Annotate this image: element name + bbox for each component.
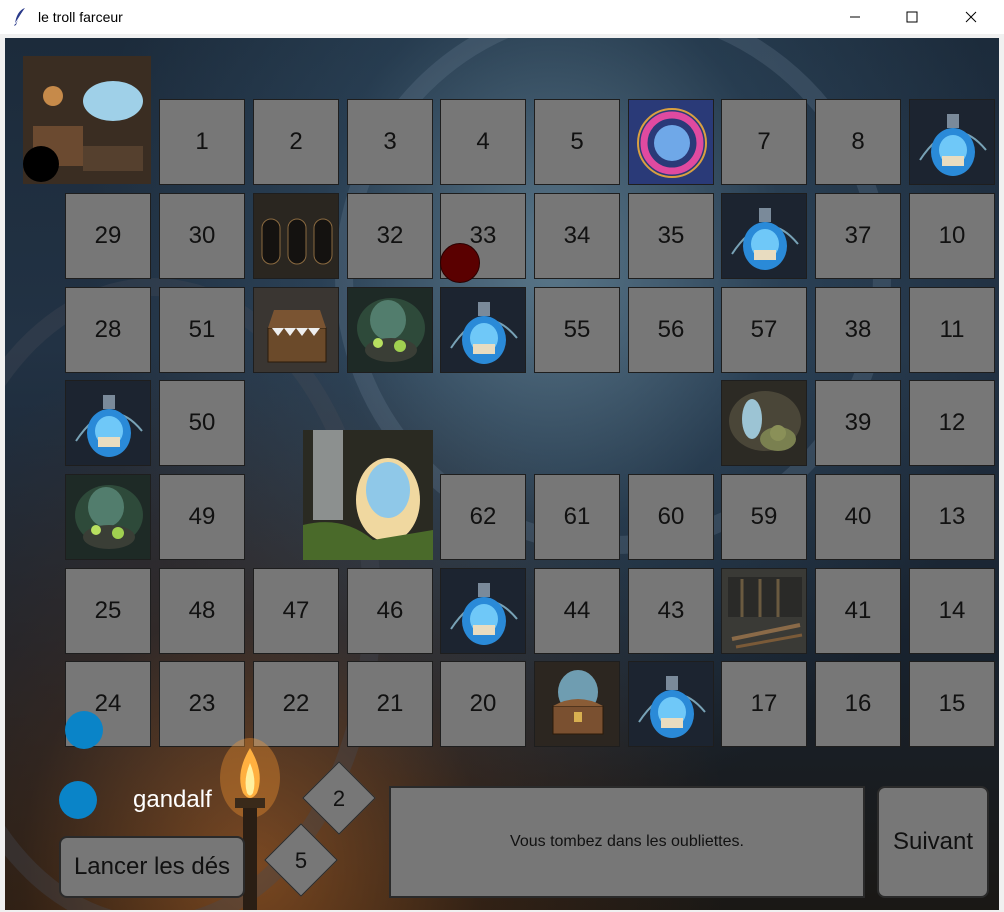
board-cell-49: 49 xyxy=(159,474,245,560)
cave-waterfall-image xyxy=(303,430,433,560)
mimic-chest-image xyxy=(253,287,339,373)
black-pawn xyxy=(23,146,59,182)
board-cell-61: 61 xyxy=(534,474,620,560)
board-cell-48: 48 xyxy=(159,568,245,654)
board-cell-57: 57 xyxy=(721,287,807,373)
board-cell-25: 25 xyxy=(65,568,151,654)
board-cell-23: 23 xyxy=(159,661,245,747)
board-cell-21: 21 xyxy=(347,661,433,747)
cauldron-image xyxy=(347,287,433,373)
board-cell-34: 34 xyxy=(534,193,620,279)
board-cell-30: 30 xyxy=(159,193,245,279)
board-cell-50: 50 xyxy=(159,380,245,466)
player-pawn xyxy=(65,711,103,749)
minimize-button[interactable] xyxy=(832,0,878,34)
board-cell-46: 46 xyxy=(347,568,433,654)
cave-troll-image xyxy=(721,380,807,466)
player-name: gandalf xyxy=(133,786,212,813)
game-board: 1 2 3 4 5 7 8 29 30 32 33 34 35 37 10 28… xyxy=(5,38,999,910)
close-icon xyxy=(965,11,977,23)
board-cell-39: 39 xyxy=(815,380,901,466)
potion-image xyxy=(440,568,526,654)
board-cell-55: 55 xyxy=(534,287,620,373)
board-cell-40: 40 xyxy=(815,474,901,560)
board-cell-38: 38 xyxy=(815,287,901,373)
window-title: le troll farceur xyxy=(38,9,123,25)
board-cell-32: 32 xyxy=(347,193,433,279)
board-cell-37: 37 xyxy=(815,193,901,279)
board-cell-29: 29 xyxy=(65,193,151,279)
board-cell-41: 41 xyxy=(815,568,901,654)
board-cell-62: 62 xyxy=(440,474,526,560)
minimize-icon xyxy=(850,16,860,18)
board-cell-43: 43 xyxy=(628,568,714,654)
board-cell-56: 56 xyxy=(628,287,714,373)
board-cell-10: 10 xyxy=(909,193,995,279)
potion-image xyxy=(440,287,526,373)
board-cell-5: 5 xyxy=(534,99,620,185)
board-cell-35: 35 xyxy=(628,193,714,279)
roll-dice-button[interactable]: Lancer les dés xyxy=(59,836,245,898)
potion-image xyxy=(909,99,995,185)
board-cell-17: 17 xyxy=(721,661,807,747)
potion-image xyxy=(628,661,714,747)
maximize-button[interactable] xyxy=(889,0,935,34)
board-cell-44: 44 xyxy=(534,568,620,654)
treasure-chest-image xyxy=(534,661,620,747)
board-cell-47: 47 xyxy=(253,568,339,654)
feather-icon xyxy=(12,7,28,27)
board-cell-60: 60 xyxy=(628,474,714,560)
board-cell-8: 8 xyxy=(815,99,901,185)
board-cell-1: 1 xyxy=(159,99,245,185)
board-cell-28: 28 xyxy=(65,287,151,373)
board-cell-4: 4 xyxy=(440,99,526,185)
potion-image xyxy=(65,380,151,466)
title-bar: le troll farceur xyxy=(0,0,1004,34)
message-box: Vous tombez dans les oubliettes. xyxy=(389,786,865,898)
next-button[interactable]: Suivant xyxy=(877,786,989,898)
board-cell-59: 59 xyxy=(721,474,807,560)
board-cell-11: 11 xyxy=(909,287,995,373)
die-2-value: 5 xyxy=(294,848,308,873)
board-cell-22: 22 xyxy=(253,661,339,747)
portal-image xyxy=(628,99,714,185)
torture-rack-image xyxy=(721,568,807,654)
potion-image xyxy=(721,193,807,279)
board-cell-3: 3 xyxy=(347,99,433,185)
board-cell-15: 15 xyxy=(909,661,995,747)
board-cell-13: 13 xyxy=(909,474,995,560)
board-cell-20: 20 xyxy=(440,661,526,747)
board-cell-51: 51 xyxy=(159,287,245,373)
cauldron-image xyxy=(65,474,151,560)
dungeon-doors-image xyxy=(253,193,339,279)
board-cell-12: 12 xyxy=(909,380,995,466)
board-cell-14: 14 xyxy=(909,568,995,654)
board-cell-7: 7 xyxy=(721,99,807,185)
player-color-indicator xyxy=(59,781,97,819)
die-1-value: 2 xyxy=(332,786,346,811)
board-cell-2: 2 xyxy=(253,99,339,185)
close-button[interactable] xyxy=(948,0,994,34)
opponent-pawn xyxy=(440,243,480,283)
maximize-icon xyxy=(906,11,918,23)
board-cell-16: 16 xyxy=(815,661,901,747)
